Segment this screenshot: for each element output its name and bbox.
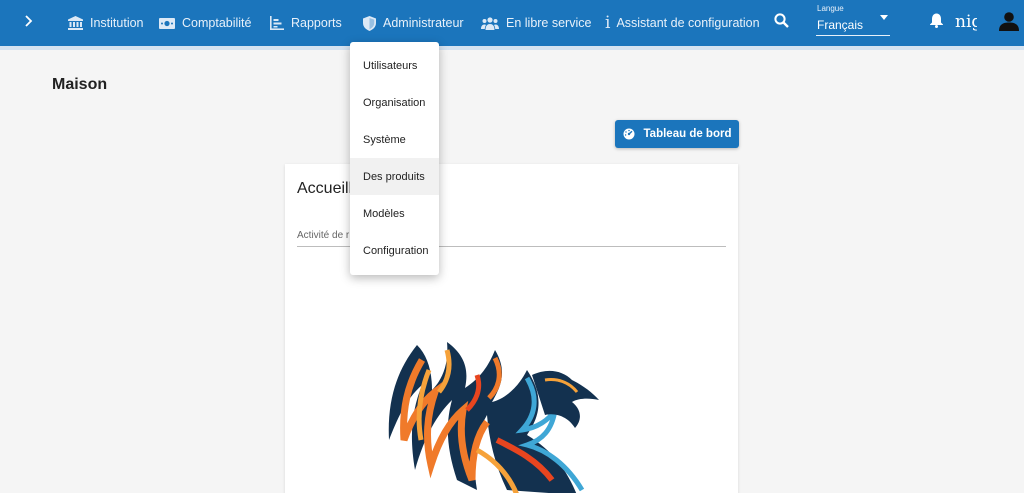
menu-item-modeles[interactable]: Modèles [350, 195, 439, 232]
nav-libre-service[interactable]: En libre service [481, 0, 591, 46]
nav-comptabilite[interactable]: Comptabilité [159, 0, 251, 46]
phoenix-logo [377, 340, 617, 493]
search-icon [773, 13, 789, 33]
menu-item-systeme[interactable]: Système [350, 121, 439, 158]
navbar-shadow-strip [0, 46, 1024, 50]
language-select[interactable]: Langue Français [816, 2, 890, 36]
dropdown-caret-icon [880, 15, 888, 20]
dashboard-button[interactable]: Tableau de bord [615, 120, 739, 148]
admin-dropdown-menu: Utilisateurs Organisation Système Des pr… [350, 42, 439, 275]
chevron-right-icon [24, 14, 34, 32]
activity-field-label: Activité de r [297, 230, 350, 241]
notifications-button[interactable] [926, 0, 946, 46]
nav-institution[interactable]: Institution [68, 0, 144, 46]
language-label: Langue [817, 4, 844, 13]
money-icon [159, 17, 175, 29]
nav-rapports-label: Rapports [291, 16, 342, 30]
top-navbar: Institution Comptabilité Rapports Admini… [0, 0, 1024, 46]
menu-item-configuration[interactable]: Configuration [350, 232, 439, 269]
avatar-icon [999, 11, 1019, 36]
info-icon: i [605, 13, 611, 33]
nav-assistant-configuration[interactable]: i Assistant de configuration [605, 0, 760, 46]
menu-item-des-produits[interactable]: Des produits [350, 158, 439, 195]
user-avatar-button[interactable] [998, 0, 1020, 46]
dashboard-button-label: Tableau de bord [643, 128, 732, 140]
menu-item-utilisateurs[interactable]: Utilisateurs [350, 47, 439, 84]
search-button[interactable] [770, 0, 792, 46]
nav-libre-service-label: En libre service [506, 16, 592, 30]
dashboard-gauge-icon [623, 128, 635, 140]
nav-institution-label: Institution [90, 16, 144, 30]
nav-comptabilite-label: Comptabilité [182, 16, 252, 30]
shield-icon [363, 15, 376, 31]
nav-assistant-label: Assistant de configuration [616, 16, 760, 30]
card-title: Accueill [297, 180, 353, 197]
expand-sidebar-button[interactable] [18, 0, 40, 46]
nav-administrateur[interactable]: Administrateur [363, 0, 464, 46]
group-icon [481, 16, 499, 30]
menu-item-organisation[interactable]: Organisation [350, 84, 439, 121]
username[interactable]: nig [955, 12, 977, 32]
bell-icon [929, 13, 943, 33]
nav-rapports[interactable]: Rapports [270, 0, 342, 46]
nav-administrateur-label: Administrateur [383, 16, 464, 30]
page-title: Maison [52, 76, 108, 93]
chart-icon [270, 16, 284, 30]
language-value: Français [817, 18, 864, 32]
bank-icon [68, 16, 83, 30]
